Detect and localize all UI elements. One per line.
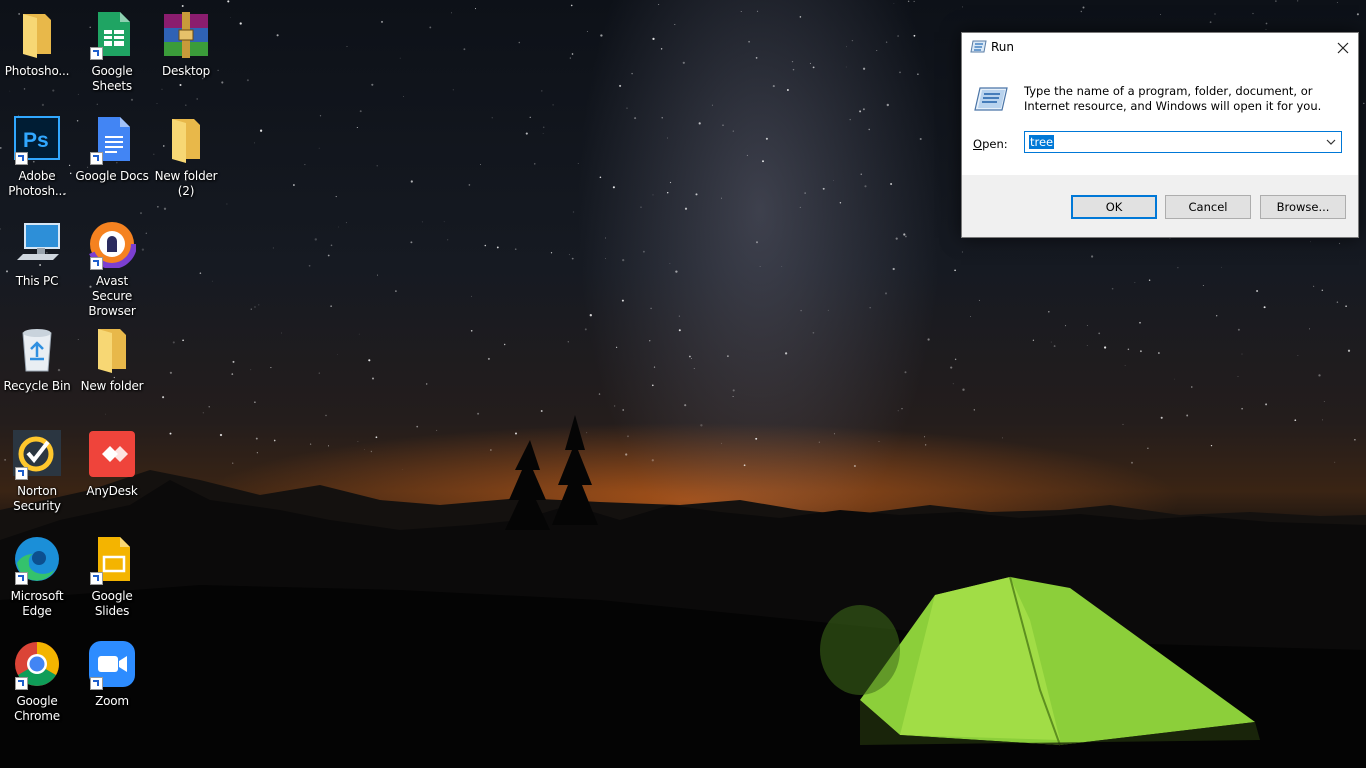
- desktop-icon-avast-browser[interactable]: Avast Secure Browser: [75, 218, 149, 319]
- close-icon: [1337, 42, 1349, 54]
- folder-icon: [88, 325, 136, 373]
- shortcut-arrow-icon: [90, 152, 103, 165]
- desktop-icon-this-pc[interactable]: This PC: [0, 218, 74, 289]
- zoom-icon: [88, 640, 136, 690]
- shortcut-arrow-icon: [15, 467, 28, 480]
- close-button[interactable]: [1328, 33, 1358, 63]
- desktop-icon-google-sheets[interactable]: Google Sheets: [75, 8, 149, 94]
- desktop-icon-label: Desktop: [161, 64, 211, 78]
- photoshop-icon: Ps: [13, 115, 61, 165]
- desktop-icon-new-folder[interactable]: New folder: [75, 323, 149, 394]
- desktop-icon-new-folder-2[interactable]: New folder (2): [149, 113, 223, 199]
- desktop-icon-recycle-bin[interactable]: Recycle Bin: [0, 323, 74, 394]
- desktop-icon-label: Microsoft Edge: [10, 589, 64, 618]
- desktop-icon-microsoft-edge[interactable]: Microsoft Edge: [0, 533, 74, 619]
- desktop-icon-label: New folder: [80, 379, 144, 393]
- run-program-icon: [974, 87, 1008, 111]
- shortcut-arrow-icon: [90, 572, 103, 585]
- recycle-bin-icon: [13, 325, 61, 373]
- google-sheets-icon: [88, 10, 136, 60]
- open-combobox[interactable]: tree: [1024, 131, 1342, 153]
- anydesk-icon: [88, 430, 136, 478]
- desktop-icon-label: Google Slides: [91, 589, 133, 618]
- folder-icon: [162, 115, 210, 163]
- desktop-icon-adobe-photoshop[interactable]: Ps Adobe Photosh...: [0, 113, 74, 199]
- chrome-icon: [13, 640, 61, 690]
- run-dialog-title: Run: [991, 40, 1015, 54]
- open-label-accesskey: O: [973, 137, 983, 151]
- computer-icon: [13, 220, 61, 268]
- ok-button[interactable]: OK: [1071, 195, 1157, 219]
- cancel-button[interactable]: Cancel: [1165, 195, 1251, 219]
- desktop-icon-label: Norton Security: [13, 484, 61, 513]
- desktop-icon-google-docs[interactable]: Google Docs: [75, 113, 149, 184]
- run-dialog: Run Type the name of a program, folder, …: [961, 32, 1359, 238]
- desktop-icon-label: New folder (2): [154, 169, 218, 198]
- desktop-icon-label: Google Chrome: [14, 694, 60, 723]
- shortcut-arrow-icon: [15, 572, 28, 585]
- shortcut-arrow-icon: [15, 677, 28, 690]
- desktop-icon-label: Google Sheets: [91, 64, 133, 93]
- desktop-icon-norton-security[interactable]: Norton Security: [0, 428, 74, 514]
- desktop-icon-zoom[interactable]: Zoom: [75, 638, 149, 709]
- edge-icon: [13, 535, 61, 585]
- open-label-rest: pen:: [982, 137, 1008, 151]
- shortcut-arrow-icon: [90, 47, 103, 60]
- shortcut-arrow-icon: [90, 677, 103, 690]
- shortcut-arrow-icon: [90, 257, 103, 270]
- desktop-icon-label: Avast Secure Browser: [88, 274, 136, 318]
- google-docs-icon: [88, 115, 136, 165]
- desktop-icon-label: Adobe Photosh...: [8, 169, 66, 198]
- svg-text:Ps: Ps: [23, 129, 49, 152]
- google-slides-icon: [88, 535, 136, 585]
- open-input-value[interactable]: tree: [1029, 135, 1055, 149]
- desktop-icon-label: Photosho...: [4, 64, 70, 78]
- desktop-icon-google-chrome[interactable]: Google Chrome: [0, 638, 74, 724]
- open-label: Open:: [973, 137, 1008, 151]
- folder-icon: [13, 10, 61, 58]
- run-dialog-footer: OK Cancel Browse...: [962, 175, 1358, 237]
- desktop-icon-google-slides[interactable]: Google Slides: [75, 533, 149, 619]
- chevron-down-icon[interactable]: [1324, 135, 1338, 149]
- desktop-icon-desktop-archive[interactable]: Desktop: [149, 8, 223, 79]
- desktop-icon-label: Recycle Bin: [3, 379, 71, 393]
- desktop-icon-label: Google Docs: [75, 169, 149, 183]
- run-dialog-description: Type the name of a program, folder, docu…: [1024, 84, 1322, 113]
- avast-browser-icon: [87, 219, 137, 270]
- desktop-icon-photoshop-folder[interactable]: Photosho...: [0, 8, 74, 79]
- shortcut-arrow-icon: [15, 152, 28, 165]
- browse-button[interactable]: Browse...: [1260, 195, 1346, 219]
- desktop-icon-anydesk[interactable]: AnyDesk: [75, 428, 149, 499]
- norton-icon: [13, 430, 61, 480]
- desktop-icon-label: This PC: [15, 274, 59, 288]
- run-dialog-titlebar[interactable]: Run: [962, 33, 1358, 63]
- desktop-icon-label: AnyDesk: [86, 484, 138, 498]
- run-app-icon: [970, 40, 987, 53]
- desktop-icon-label: Zoom: [95, 694, 129, 708]
- winrar-archive-icon: [162, 10, 210, 58]
